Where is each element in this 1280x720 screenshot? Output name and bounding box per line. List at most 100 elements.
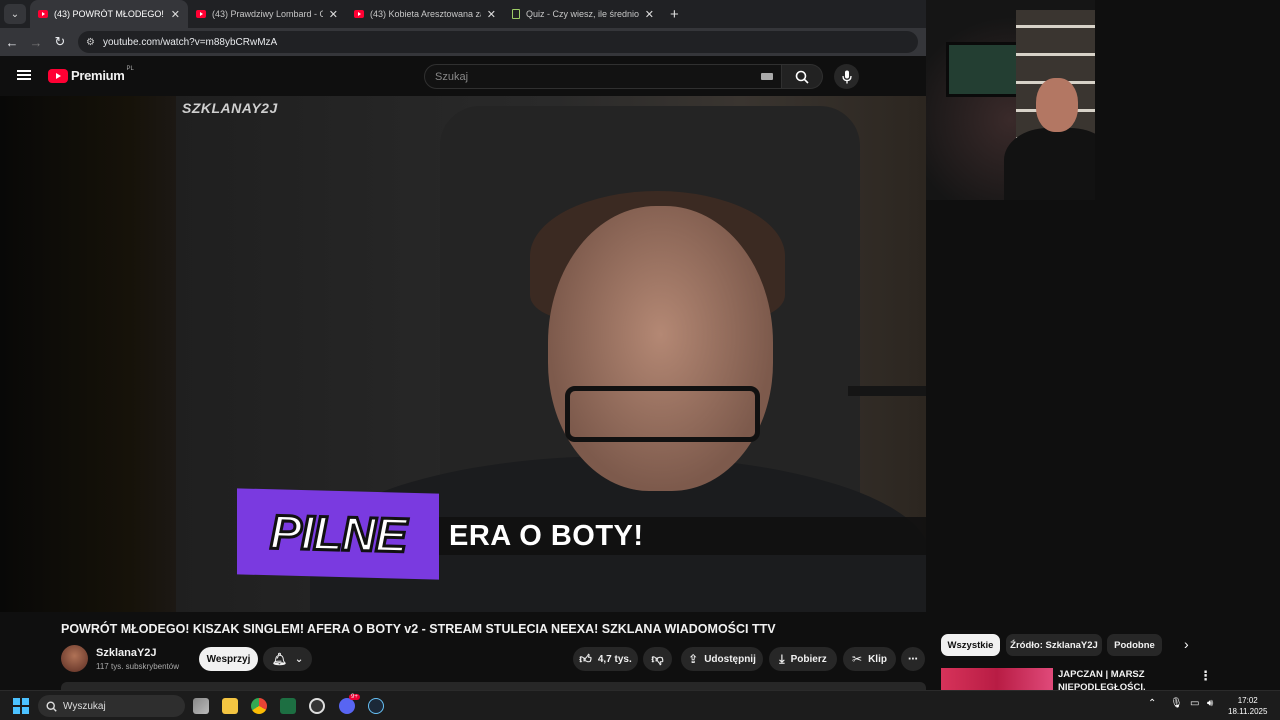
clock-time: 17:02 (1237, 696, 1258, 705)
windows-start-icon[interactable] (13, 698, 29, 714)
dislike-button[interactable]: 👎︎ (643, 647, 672, 671)
task-view-icon[interactable] (193, 698, 209, 714)
address-bar-row: ← → ↻ ⚙ youtube.com/watch?v=m88ybCRwMzA (0, 28, 926, 56)
chrome-icon[interactable] (251, 698, 267, 714)
tab-title: Quiz - Czy wiesz, ile średnio ko (526, 9, 639, 19)
right-column-bg (1095, 0, 1280, 612)
logo-text: Premium (71, 68, 125, 83)
streamer-face-cam (1036, 78, 1078, 132)
logo-country: PL (126, 65, 134, 72)
chip-all[interactable]: Wszystkie (941, 634, 1000, 656)
download-icon: ⤓ (779, 651, 785, 666)
glasses (565, 386, 760, 442)
like-count: 4,7 tys. (597, 653, 632, 665)
tab-search-button[interactable]: ⌄ (4, 4, 26, 24)
more-options-icon[interactable]: ⋮ (1199, 668, 1212, 684)
browser-tab[interactable]: Quiz - Czy wiesz, ile średnio ko ✕ (504, 0, 662, 28)
search-icon (46, 700, 57, 712)
recommended-video-thumbnail[interactable] (941, 668, 1053, 690)
subscriber-count: 117 tys. subskrybentów (96, 662, 180, 671)
more-actions-button[interactable]: ⋯ (901, 647, 925, 671)
search-button[interactable] (782, 64, 823, 89)
browser-tab[interactable]: (43) POWRÓT MŁODEGO! KISZ ✕ (30, 0, 188, 28)
pilne-badge: PILNE (237, 488, 439, 580)
close-tab-icon[interactable]: ✕ (645, 8, 654, 21)
video-player[interactable]: SZKLANAY2J ERA O BOTY! PILNE (0, 96, 926, 612)
browser-tab-bar: ⌄ (43) POWRÓT MŁODEGO! KISZ ✕ (43) Prawd… (0, 0, 926, 28)
streamer-face (548, 206, 773, 491)
browser-tab[interactable]: (43) Prawdziwy Lombard - Odc ✕ (188, 0, 346, 28)
channel-name[interactable]: SzklanaY2J (96, 647, 157, 659)
clock-date: 18.11.2025 (1228, 707, 1268, 716)
microphone-tray-icon[interactable]: 🎙︎ (1170, 698, 1183, 709)
channel-avatar[interactable] (61, 645, 88, 672)
microphone-icon (841, 70, 852, 83)
taskbar-search-text: Wyszukaj (63, 700, 106, 712)
voice-search-button[interactable] (834, 64, 859, 89)
reload-icon[interactable]: ↻ (48, 34, 72, 50)
tray-chevron-icon[interactable]: ⌃ (1148, 698, 1156, 709)
news-banner-text: ERA O BOTY! (449, 520, 644, 552)
file-explorer-icon[interactable] (222, 698, 238, 714)
taskbar-search[interactable]: Wyszukaj (38, 695, 185, 717)
pilne-text: PILNE (268, 504, 407, 564)
obs-icon[interactable] (309, 698, 325, 714)
discord-icon[interactable] (339, 698, 355, 714)
notifications-button[interactable]: 🔔︎ ⌄ (263, 647, 312, 671)
search-icon (795, 70, 809, 84)
chip-source[interactable]: Źródło: SzklanaY2J (1006, 634, 1102, 656)
share-button[interactable]: ⇪ Udostępnij (681, 647, 763, 671)
streamer-shirt (1004, 128, 1095, 200)
new-tab-button[interactable]: + (670, 6, 679, 23)
back-arrow-icon[interactable]: ← (0, 35, 24, 50)
support-button[interactable]: Wesprzyj (199, 647, 258, 671)
tab-title: (43) Kobieta Aresztowana za Uj (370, 9, 481, 19)
search-placeholder: Szukaj (435, 71, 469, 83)
chip-similar[interactable]: Podobne (1107, 634, 1162, 656)
steam-icon[interactable] (368, 698, 384, 714)
windows-taskbar: Wyszukaj 9+ ⌃ 🎙︎ ▭ 🔊︎ 17:02 18.11.2025 (0, 690, 1280, 720)
scissors-icon: ✂ (852, 652, 863, 666)
discord-badge: 9+ (349, 694, 360, 700)
aquarium (946, 42, 1026, 97)
youtube-favicon-icon (38, 10, 48, 18)
channel-watermark: SZKLANAY2J (182, 100, 278, 116)
share-label: Udostępnij (704, 653, 756, 665)
shelf (848, 386, 926, 396)
youtube-favicon-icon (354, 10, 364, 18)
url-text: youtube.com/watch?v=m88ybCRwMzA (102, 36, 278, 48)
close-tab-icon[interactable]: ✕ (487, 8, 496, 21)
close-tab-icon[interactable]: ✕ (329, 8, 338, 21)
menu-icon[interactable] (17, 70, 31, 80)
search-input[interactable]: Szukaj (424, 64, 782, 89)
download-button[interactable]: ⤓ Pobierz (769, 647, 837, 671)
clip-label: Klip (868, 653, 887, 665)
youtube-premium-logo[interactable]: Premium PL (48, 65, 134, 83)
tab-title: (43) Prawdziwy Lombard - Odc (212, 9, 323, 19)
tab-title: (43) POWRÓT MŁODEGO! KISZ (54, 9, 165, 19)
browser-tab[interactable]: (43) Kobieta Aresztowana za Uj ✕ (346, 0, 504, 28)
bell-icon: 🔔︎ (271, 652, 287, 666)
like-button[interactable]: 👍︎ 4,7 tys. (573, 647, 638, 671)
webcam-overlay (926, 0, 1095, 200)
thumbs-up-icon: 👍︎ (579, 651, 592, 666)
chevron-down-icon: ⌄ (294, 653, 304, 665)
forward-arrow-icon[interactable]: → (24, 35, 48, 50)
document-favicon-icon (512, 9, 520, 19)
close-tab-icon[interactable]: ✕ (171, 8, 180, 21)
volume-icon[interactable]: 🔊︎ (1207, 698, 1213, 709)
youtube-header: Premium PL Szukaj (0, 56, 926, 96)
description-box[interactable] (61, 682, 926, 690)
network-icon[interactable]: ▭ (1190, 698, 1199, 709)
chevron-right-icon[interactable]: › (1184, 636, 1189, 652)
youtube-favicon-icon (196, 10, 206, 18)
share-icon: ⇪ (688, 652, 699, 666)
clip-button[interactable]: ✂ Klip (843, 647, 896, 671)
excel-icon[interactable] (280, 698, 296, 714)
video-title: POWRÓT MŁODEGO! KISZAK SINGLEM! AFERA O … (61, 622, 776, 636)
site-settings-icon[interactable]: ⚙ (86, 37, 95, 48)
system-clock[interactable]: 17:02 18.11.2025 (1228, 695, 1267, 717)
youtube-play-icon (48, 68, 68, 83)
keyboard-icon[interactable] (761, 73, 773, 80)
url-field[interactable]: ⚙ youtube.com/watch?v=m88ybCRwMzA (78, 31, 918, 53)
